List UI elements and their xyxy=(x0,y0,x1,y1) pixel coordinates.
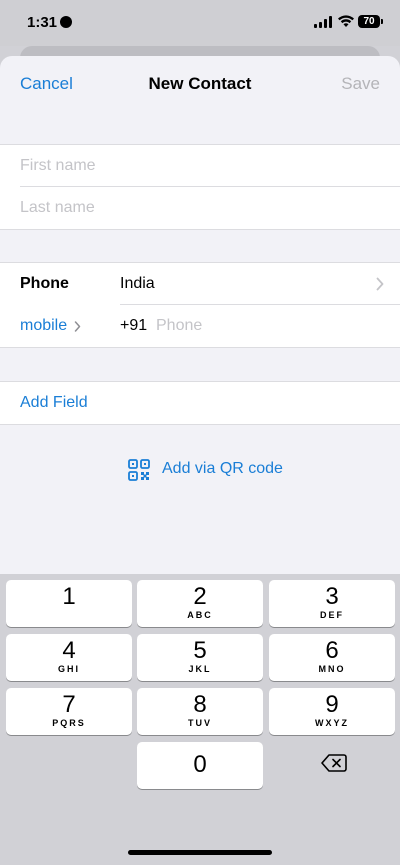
location-icon xyxy=(60,16,72,28)
page-title: New Contact xyxy=(148,74,252,93)
key-digit: 2 xyxy=(193,583,207,610)
key-6[interactable]: 6 MNO xyxy=(269,634,395,681)
key-digit: 8 xyxy=(193,691,207,718)
add-field-group: Add Field xyxy=(0,381,400,425)
first-name-field[interactable]: First name xyxy=(20,157,96,175)
key-digit: 1 xyxy=(62,583,76,610)
backspace-icon[interactable] xyxy=(321,753,347,773)
key-digit: 9 xyxy=(325,691,339,718)
country-row[interactable]: Phone India xyxy=(0,263,400,305)
key-digit: 6 xyxy=(325,637,339,664)
key-7[interactable]: 7 PQRS xyxy=(6,688,132,735)
add-via-qr-button[interactable]: Add via QR code xyxy=(0,458,400,482)
qr-label: Add via QR code xyxy=(162,460,283,477)
key-digit: 7 xyxy=(62,691,76,718)
key-3[interactable]: 3 DEF xyxy=(269,580,395,627)
wifi-icon xyxy=(338,15,354,27)
key-letters: ABC xyxy=(187,610,213,620)
key-letters: WXYZ xyxy=(315,718,349,728)
last-name-field[interactable]: Last name xyxy=(20,199,95,217)
nav-bar: Cancel New Contact Save xyxy=(0,56,400,110)
key-2[interactable]: 2 ABC xyxy=(137,580,263,627)
save-button[interactable]: Save xyxy=(341,74,380,94)
key-digit: 3 xyxy=(325,583,339,610)
key-letters: DEF xyxy=(320,610,344,620)
status-time: 1:31 xyxy=(27,14,58,31)
phone-input[interactable]: Phone xyxy=(156,317,202,335)
key-letters: MNO xyxy=(318,664,346,674)
key-5[interactable]: 5 JKL xyxy=(137,634,263,681)
add-field-button[interactable]: Add Field xyxy=(20,394,88,412)
phone-number-row: mobile +91 Phone xyxy=(0,305,400,347)
key-0[interactable]: 0 xyxy=(137,742,263,789)
key-1[interactable]: 1 xyxy=(6,580,132,627)
first-name-row[interactable]: First name xyxy=(0,145,400,187)
key-letters: JKL xyxy=(188,664,212,674)
battery-icon: 70 xyxy=(358,15,383,28)
key-digit: 4 xyxy=(62,637,76,664)
phone-label: Phone xyxy=(20,275,69,292)
phone-group: Phone India mobile +91 Phone xyxy=(0,262,400,348)
phone-type-button[interactable]: mobile xyxy=(20,317,67,335)
qr-code-icon xyxy=(128,459,150,481)
chevron-right-icon xyxy=(74,321,81,332)
key-letters: PQRS xyxy=(52,718,86,728)
key-letters: GHI xyxy=(57,664,80,674)
country-selector[interactable]: India xyxy=(120,275,155,293)
key-letters: TUV xyxy=(188,718,212,728)
key-8[interactable]: 8 TUV xyxy=(137,688,263,735)
add-field-row[interactable]: Add Field xyxy=(0,382,400,424)
signal-icon xyxy=(314,16,334,28)
screen: 1:31 70 Cancel New Contact Save First na… xyxy=(0,0,400,865)
home-indicator xyxy=(128,850,272,855)
name-group: First name Last name xyxy=(0,144,400,230)
chevron-right-icon xyxy=(376,277,384,291)
key-4[interactable]: 4 GHI xyxy=(6,634,132,681)
country-code: +91 xyxy=(120,317,148,334)
new-contact-sheet: Cancel New Contact Save First name Last … xyxy=(0,56,400,574)
last-name-row[interactable]: Last name xyxy=(0,187,400,229)
key-digit: 5 xyxy=(193,637,207,664)
key-9[interactable]: 9 WXYZ xyxy=(269,688,395,735)
key-digit: 0 xyxy=(193,751,207,778)
status-bar: 1:31 70 xyxy=(0,0,400,46)
